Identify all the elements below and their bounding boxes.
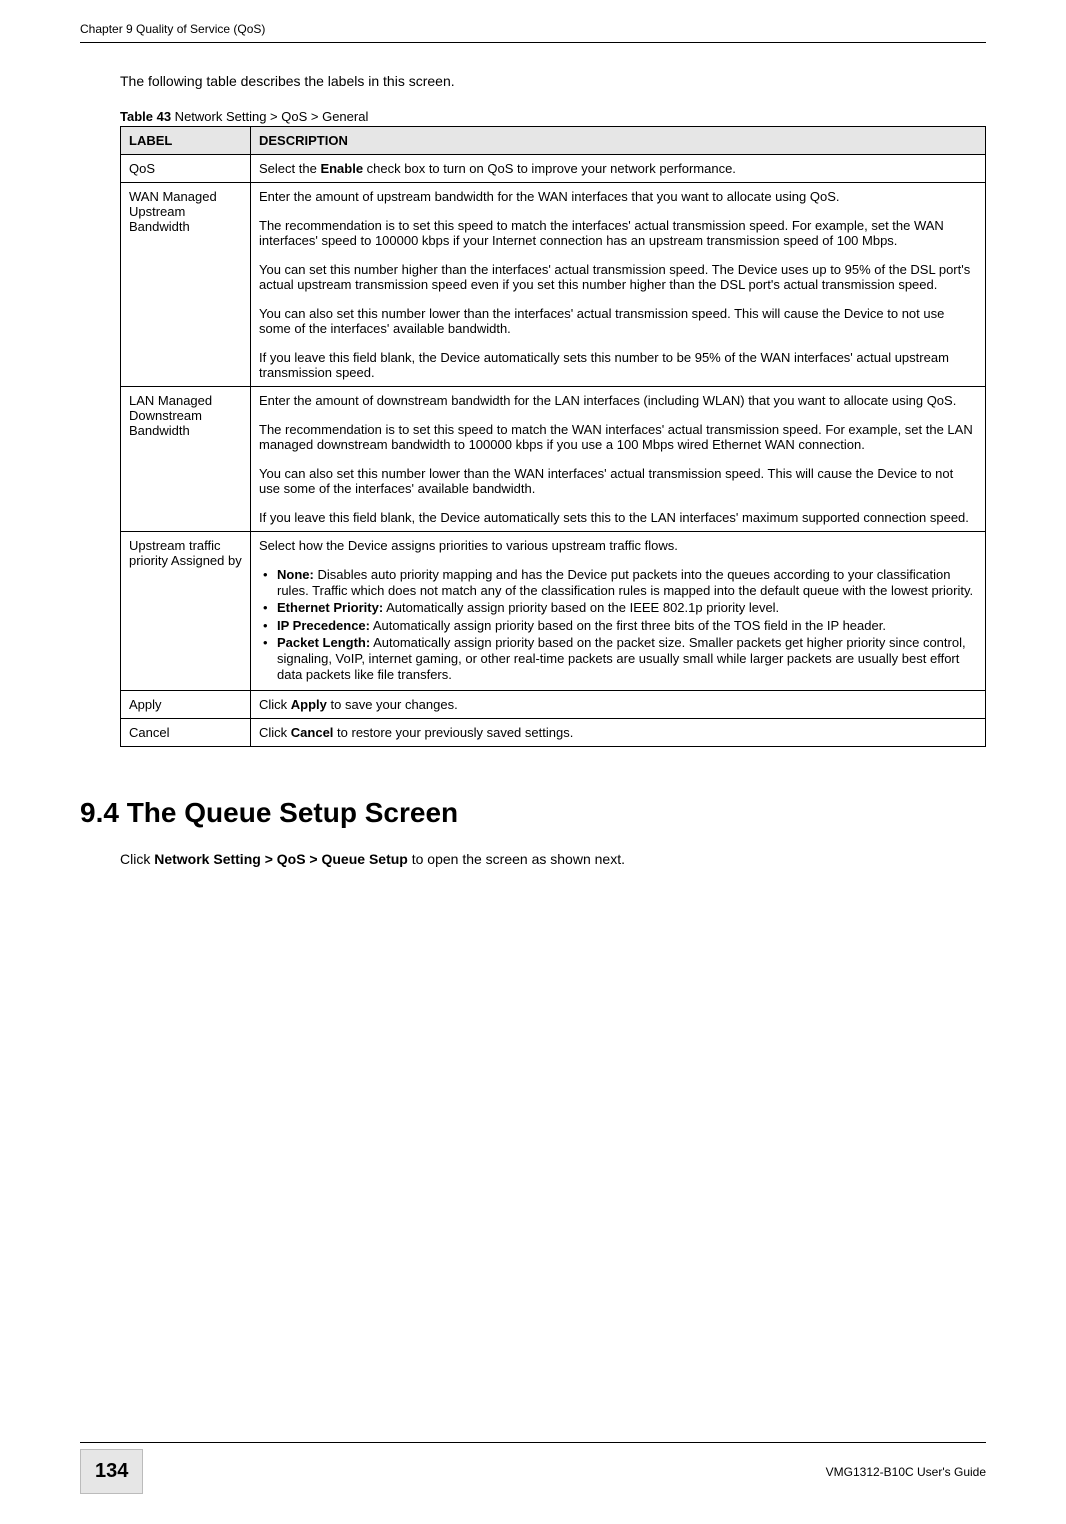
text: Click bbox=[259, 697, 291, 712]
table-row: LAN Managed Downstream Bandwidth Enter t… bbox=[121, 387, 986, 532]
page-footer: 134 VMG1312-B10C User's Guide bbox=[80, 1442, 986, 1494]
cell-description: Enter the amount of upstream bandwidth f… bbox=[251, 183, 986, 387]
header-rule bbox=[80, 42, 986, 43]
table-header-row: LABEL DESCRIPTION bbox=[121, 127, 986, 155]
table-row: Cancel Click Cancel to restore your prev… bbox=[121, 719, 986, 747]
text-bold: Packet Length: bbox=[277, 635, 370, 650]
cell-description: Click Cancel to restore your previously … bbox=[251, 719, 986, 747]
text: You can also set this number lower than … bbox=[259, 306, 977, 336]
settings-table: LABEL DESCRIPTION QoS Select the Enable … bbox=[120, 126, 986, 747]
text: Select how the Device assigns priorities… bbox=[259, 538, 977, 553]
table-row: WAN Managed Upstream Bandwidth Enter the… bbox=[121, 183, 986, 387]
text: Click bbox=[120, 851, 154, 867]
text: Enter the amount of downstream bandwidth… bbox=[259, 393, 977, 408]
th-description: DESCRIPTION bbox=[251, 127, 986, 155]
text-bold: Network Setting > QoS > Queue Setup bbox=[154, 851, 408, 867]
text: Disables auto priority mapping and has t… bbox=[277, 567, 973, 598]
cell-description: Select how the Device assigns priorities… bbox=[251, 532, 986, 691]
table-row: Upstream traffic priority Assigned by Se… bbox=[121, 532, 986, 691]
text: to open the screen as shown next. bbox=[408, 851, 625, 867]
text: Automatically assign priority based on t… bbox=[370, 618, 886, 633]
section-body: Click Network Setting > QoS > Queue Setu… bbox=[120, 851, 986, 867]
cell-label: WAN Managed Upstream Bandwidth bbox=[121, 183, 251, 387]
table-title: Network Setting > QoS > General bbox=[171, 109, 368, 124]
text-bold: Ethernet Priority: bbox=[277, 600, 383, 615]
text: You can also set this number lower than … bbox=[259, 466, 977, 496]
cell-description: Enter the amount of downstream bandwidth… bbox=[251, 387, 986, 532]
text: If you leave this field blank, the Devic… bbox=[259, 350, 977, 380]
chapter-header: Chapter 9 Quality of Service (QoS) bbox=[80, 0, 986, 42]
text: Automatically assign priority based on t… bbox=[277, 635, 966, 681]
list-item: IP Precedence: Automatically assign prio… bbox=[277, 618, 977, 634]
cell-description: Select the Enable check box to turn on Q… bbox=[251, 155, 986, 183]
table-row: Apply Click Apply to save your changes. bbox=[121, 691, 986, 719]
text: If you leave this field blank, the Devic… bbox=[259, 510, 977, 525]
text: to save your changes. bbox=[327, 697, 458, 712]
intro-text: The following table describes the labels… bbox=[120, 73, 986, 89]
text: check box to turn on QoS to improve your… bbox=[363, 161, 736, 176]
text-bold: Enable bbox=[320, 161, 363, 176]
footer-rule bbox=[80, 1442, 986, 1443]
cell-label: Upstream traffic priority Assigned by bbox=[121, 532, 251, 691]
list-item: Ethernet Priority: Automatically assign … bbox=[277, 600, 977, 616]
text: Click bbox=[259, 725, 291, 740]
text-bold: IP Precedence: bbox=[277, 618, 370, 633]
text: Enter the amount of upstream bandwidth f… bbox=[259, 189, 977, 204]
table-number: Table 43 bbox=[120, 109, 171, 124]
cell-label: Apply bbox=[121, 691, 251, 719]
cell-label: LAN Managed Downstream Bandwidth bbox=[121, 387, 251, 532]
cell-label: QoS bbox=[121, 155, 251, 183]
text-bold: Apply bbox=[291, 697, 327, 712]
list-item: Packet Length: Automatically assign prio… bbox=[277, 635, 977, 682]
text: The recommendation is to set this speed … bbox=[259, 422, 977, 452]
section-heading: 9.4 The Queue Setup Screen bbox=[80, 797, 986, 829]
text: You can set this number higher than the … bbox=[259, 262, 977, 292]
text: Select the bbox=[259, 161, 320, 176]
cell-label: Cancel bbox=[121, 719, 251, 747]
table-caption: Table 43 Network Setting > QoS > General bbox=[120, 109, 986, 124]
list-item: None: Disables auto priority mapping and… bbox=[277, 567, 977, 598]
text-bold: None: bbox=[277, 567, 314, 582]
table-row: QoS Select the Enable check box to turn … bbox=[121, 155, 986, 183]
cell-description: Click Apply to save your changes. bbox=[251, 691, 986, 719]
text: The recommendation is to set this speed … bbox=[259, 218, 977, 248]
page-number: 134 bbox=[80, 1449, 143, 1494]
text: to restore your previously saved setting… bbox=[333, 725, 573, 740]
th-label: LABEL bbox=[121, 127, 251, 155]
text: Automatically assign priority based on t… bbox=[383, 600, 779, 615]
text-bold: Cancel bbox=[291, 725, 334, 740]
options-list: None: Disables auto priority mapping and… bbox=[259, 567, 977, 682]
guide-name: VMG1312-B10C User's Guide bbox=[826, 1465, 986, 1479]
